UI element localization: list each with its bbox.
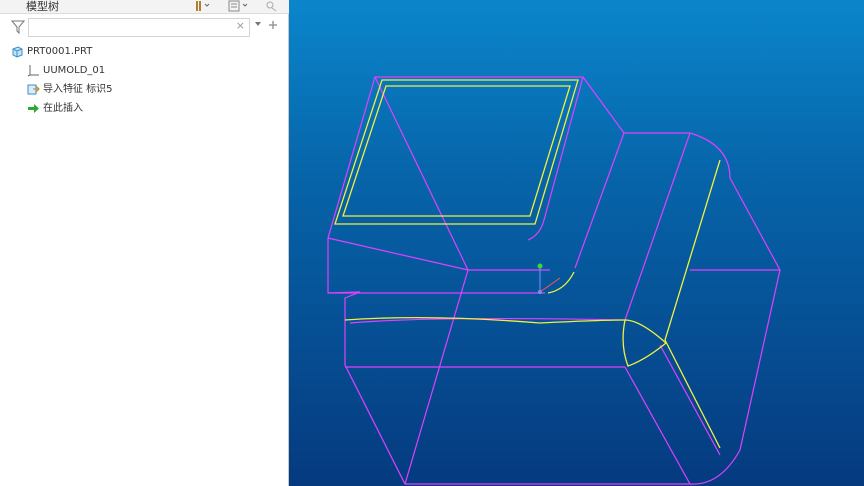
origin-axis-marker	[537, 263, 561, 294]
filter-dropdown-icon[interactable]	[254, 20, 262, 31]
filter-funnel-icon[interactable]	[10, 19, 26, 35]
show-menu-icon[interactable]	[228, 0, 250, 15]
coordinate-system-icon	[27, 64, 40, 77]
insert-here-arrow-icon	[27, 102, 40, 115]
model-tree-header: 模型树	[0, 0, 289, 14]
model-tree-panel: 模型树 × PRT0001.PRT UUMOLD_01 导入特征 标识5 在此插…	[0, 0, 289, 486]
edge-mid-front	[574, 132, 625, 269]
settings-tools-icon[interactable]	[194, 0, 210, 15]
edge-lower-right	[659, 344, 721, 456]
edge-top-step	[327, 237, 550, 271]
edge-yellow-corner	[622, 319, 668, 367]
tree-item-insert-here[interactable]: 在此插入	[27, 101, 83, 117]
tree-item-label: UUMOLD_01	[43, 65, 106, 76]
edge-vertical-back	[527, 76, 584, 241]
wireframe-model	[327, 76, 781, 485]
inner-frame-outer-yellow	[334, 79, 579, 225]
tree-item-label: PRT0001.PRT	[27, 46, 93, 57]
import-feature-icon	[27, 83, 40, 96]
tree-item-part[interactable]: PRT0001.PRT	[11, 44, 92, 60]
tree-item-label: 在此插入	[43, 103, 83, 114]
filter-row: ×	[0, 17, 289, 40]
inner-frame-inner-yellow	[342, 85, 571, 217]
part-icon	[11, 45, 24, 58]
search-input[interactable]	[29, 23, 237, 40]
tree-filter-settings-icon[interactable]	[264, 0, 278, 15]
edge-yellow-fillet	[547, 271, 575, 294]
clear-search-icon[interactable]: ×	[236, 19, 245, 32]
model-tree-title: 模型树	[26, 0, 59, 13]
tree-item-label: 导入特征 标识5	[43, 84, 113, 95]
add-column-icon[interactable]	[268, 20, 278, 33]
edge-diagonal-left	[374, 76, 469, 485]
tree-item-import-feature[interactable]: 导入特征 标识5	[27, 82, 113, 98]
tree-item-csys[interactable]: UUMOLD_01	[27, 63, 105, 79]
search-field[interactable]: ×	[28, 18, 250, 40]
edge-lower-diagonal	[624, 366, 691, 485]
graphics-viewport[interactable]	[289, 0, 864, 486]
